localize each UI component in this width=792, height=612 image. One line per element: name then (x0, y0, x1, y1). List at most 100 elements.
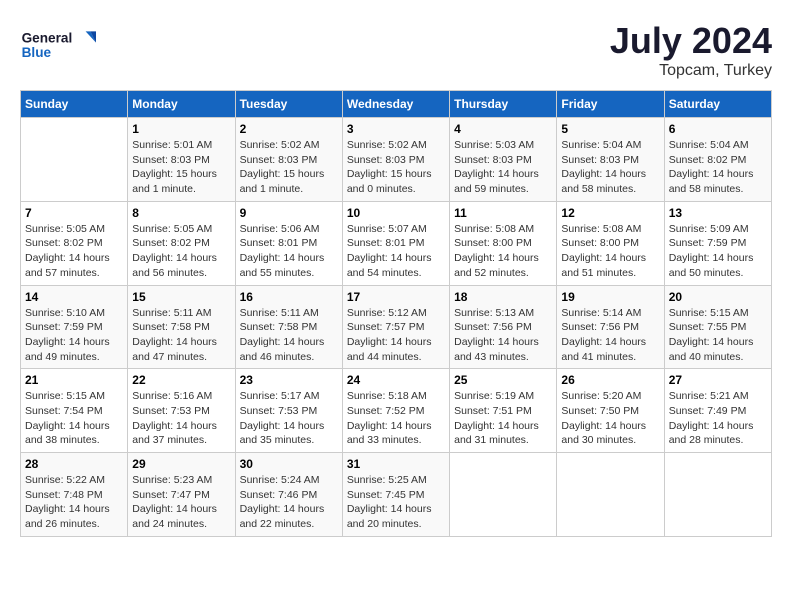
location-title: Topcam, Turkey (610, 62, 772, 80)
month-title: July 2024 (610, 20, 772, 62)
day-number: 16 (240, 290, 338, 304)
day-number: 9 (240, 206, 338, 220)
calendar-col-header: Thursday (450, 91, 557, 118)
calendar-cell: 14 Sunrise: 5:10 AMSunset: 7:59 PMDayligh… (21, 285, 128, 369)
day-number: 20 (669, 290, 767, 304)
day-number: 30 (240, 457, 338, 471)
calendar-cell: 7 Sunrise: 5:05 AMSunset: 8:02 PMDaylight… (21, 201, 128, 285)
calendar-week-row: 14 Sunrise: 5:10 AMSunset: 7:59 PMDayligh… (21, 285, 772, 369)
day-number: 26 (561, 373, 659, 387)
calendar-col-header: Saturday (664, 91, 771, 118)
calendar-cell: 17Sunrise: 5:12 AMSunset: 7:57 PMDayligh… (342, 285, 449, 369)
calendar-cell: 2Sunrise: 5:02 AMSunset: 8:03 PMDaylight… (235, 118, 342, 202)
day-info: Sunrise: 5:01 AMSunset: 8:03 PMDaylight:… (132, 138, 230, 197)
svg-text:Blue: Blue (22, 45, 52, 60)
day-info: Sunrise: 5:13 AMSunset: 7:56 PMDaylight:… (454, 306, 552, 365)
calendar-week-row: 1Sunrise: 5:01 AMSunset: 8:03 PMDaylight… (21, 118, 772, 202)
calendar-cell: 23 Sunrise: 5:17 AMSunset: 7:53 PMDayligh… (235, 369, 342, 453)
calendar-cell: 6 Sunrise: 5:04 AMSunset: 8:02 PMDaylight… (664, 118, 771, 202)
day-number: 31 (347, 457, 445, 471)
calendar-cell (557, 453, 664, 537)
day-info: Sunrise: 5:16 AMSunset: 7:53 PMDaylight:… (132, 389, 230, 448)
title-block: July 2024 Topcam, Turkey (610, 20, 772, 80)
calendar-cell: 30 Sunrise: 5:24 AMSunset: 7:46 PMDayligh… (235, 453, 342, 537)
calendar-cell: 10Sunrise: 5:07 AMSunset: 8:01 PMDayligh… (342, 201, 449, 285)
day-number: 14 (25, 290, 123, 304)
day-number: 11 (454, 206, 552, 220)
day-number: 8 (132, 206, 230, 220)
calendar-cell: 22Sunrise: 5:16 AMSunset: 7:53 PMDayligh… (128, 369, 235, 453)
day-info: Sunrise: 5:11 AMSunset: 7:58 PMDaylight:… (240, 306, 338, 365)
day-info: Sunrise: 5:21 AMSunset: 7:49 PMDaylight:… (669, 389, 767, 448)
calendar-cell: 19 Sunrise: 5:14 AMSunset: 7:56 PMDayligh… (557, 285, 664, 369)
day-info: Sunrise: 5:02 AMSunset: 8:03 PMDaylight:… (347, 138, 445, 197)
day-info: Sunrise: 5:15 AMSunset: 7:54 PMDaylight:… (25, 389, 123, 448)
calendar-cell: 11 Sunrise: 5:08 AMSunset: 8:00 PMDayligh… (450, 201, 557, 285)
calendar-cell: 3 Sunrise: 5:02 AMSunset: 8:03 PMDaylight… (342, 118, 449, 202)
day-info: Sunrise: 5:18 AMSunset: 7:52 PMDaylight:… (347, 389, 445, 448)
logo: General Blue (20, 20, 100, 70)
day-number: 5 (561, 122, 659, 136)
day-number: 23 (240, 373, 338, 387)
day-info: Sunrise: 5:25 AMSunset: 7:45 PMDaylight:… (347, 473, 445, 532)
calendar-week-row: 28Sunrise: 5:22 AMSunset: 7:48 PMDayligh… (21, 453, 772, 537)
calendar-cell: 4Sunrise: 5:03 AMSunset: 8:03 PMDaylight… (450, 118, 557, 202)
calendar-cell: 9 Sunrise: 5:06 AMSunset: 8:01 PMDaylight… (235, 201, 342, 285)
calendar-cell: 25 Sunrise: 5:19 AMSunset: 7:51 PMDayligh… (450, 369, 557, 453)
day-info: Sunrise: 5:24 AMSunset: 7:46 PMDaylight:… (240, 473, 338, 532)
day-info: Sunrise: 5:17 AMSunset: 7:53 PMDaylight:… (240, 389, 338, 448)
calendar-cell: 21 Sunrise: 5:15 AMSunset: 7:54 PMDayligh… (21, 369, 128, 453)
calendar-cell: 20 Sunrise: 5:15 AMSunset: 7:55 PMDayligh… (664, 285, 771, 369)
calendar-cell: 26Sunrise: 5:20 AMSunset: 7:50 PMDayligh… (557, 369, 664, 453)
calendar-cell: 13 Sunrise: 5:09 AMSunset: 7:59 PMDayligh… (664, 201, 771, 285)
day-number: 18 (454, 290, 552, 304)
day-info: Sunrise: 5:14 AMSunset: 7:56 PMDaylight:… (561, 306, 659, 365)
calendar-cell: 18 Sunrise: 5:13 AMSunset: 7:56 PMDayligh… (450, 285, 557, 369)
day-number: 29 (132, 457, 230, 471)
day-number: 12 (561, 206, 659, 220)
day-number: 3 (347, 122, 445, 136)
calendar-cell (664, 453, 771, 537)
day-info: Sunrise: 5:10 AMSunset: 7:59 PMDaylight:… (25, 306, 123, 365)
calendar-cell: 27Sunrise: 5:21 AMSunset: 7:49 PMDayligh… (664, 369, 771, 453)
calendar-table: SundayMondayTuesdayWednesdayThursdayFrid… (20, 90, 772, 537)
calendar-cell: 24Sunrise: 5:18 AMSunset: 7:52 PMDayligh… (342, 369, 449, 453)
calendar-header-row: SundayMondayTuesdayWednesdayThursdayFrid… (21, 91, 772, 118)
calendar-cell (21, 118, 128, 202)
calendar-col-header: Friday (557, 91, 664, 118)
day-number: 15 (132, 290, 230, 304)
day-info: Sunrise: 5:15 AMSunset: 7:55 PMDaylight:… (669, 306, 767, 365)
day-info: Sunrise: 5:05 AMSunset: 8:02 PMDaylight:… (25, 222, 123, 281)
calendar-cell: 31 Sunrise: 5:25 AMSunset: 7:45 PMDayligh… (342, 453, 449, 537)
day-info: Sunrise: 5:19 AMSunset: 7:51 PMDaylight:… (454, 389, 552, 448)
day-number: 21 (25, 373, 123, 387)
page-header: General Blue July 2024 Topcam, Turkey (20, 20, 772, 80)
day-info: Sunrise: 5:08 AMSunset: 8:00 PMDaylight:… (561, 222, 659, 281)
calendar-week-row: 21 Sunrise: 5:15 AMSunset: 7:54 PMDayligh… (21, 369, 772, 453)
calendar-col-header: Sunday (21, 91, 128, 118)
calendar-cell: 28Sunrise: 5:22 AMSunset: 7:48 PMDayligh… (21, 453, 128, 537)
day-info: Sunrise: 5:11 AMSunset: 7:58 PMDaylight:… (132, 306, 230, 365)
day-number: 7 (25, 206, 123, 220)
calendar-cell: 16 Sunrise: 5:11 AMSunset: 7:58 PMDayligh… (235, 285, 342, 369)
day-number: 19 (561, 290, 659, 304)
calendar-cell: 15 Sunrise: 5:11 AMSunset: 7:58 PMDayligh… (128, 285, 235, 369)
calendar-cell: 8Sunrise: 5:05 AMSunset: 8:02 PMDaylight… (128, 201, 235, 285)
day-info: Sunrise: 5:06 AMSunset: 8:01 PMDaylight:… (240, 222, 338, 281)
calendar-cell: 29Sunrise: 5:23 AMSunset: 7:47 PMDayligh… (128, 453, 235, 537)
day-number: 13 (669, 206, 767, 220)
svg-text:General: General (22, 31, 73, 46)
calendar-col-header: Monday (128, 91, 235, 118)
day-info: Sunrise: 5:04 AMSunset: 8:02 PMDaylight:… (669, 138, 767, 197)
day-info: Sunrise: 5:07 AMSunset: 8:01 PMDaylight:… (347, 222, 445, 281)
day-number: 25 (454, 373, 552, 387)
day-info: Sunrise: 5:08 AMSunset: 8:00 PMDaylight:… (454, 222, 552, 281)
calendar-week-row: 7 Sunrise: 5:05 AMSunset: 8:02 PMDaylight… (21, 201, 772, 285)
day-info: Sunrise: 5:02 AMSunset: 8:03 PMDaylight:… (240, 138, 338, 197)
day-info: Sunrise: 5:09 AMSunset: 7:59 PMDaylight:… (669, 222, 767, 281)
day-info: Sunrise: 5:22 AMSunset: 7:48 PMDaylight:… (25, 473, 123, 532)
calendar-cell: 5Sunrise: 5:04 AMSunset: 8:03 PMDaylight… (557, 118, 664, 202)
calendar-col-header: Tuesday (235, 91, 342, 118)
day-number: 6 (669, 122, 767, 136)
day-number: 4 (454, 122, 552, 136)
